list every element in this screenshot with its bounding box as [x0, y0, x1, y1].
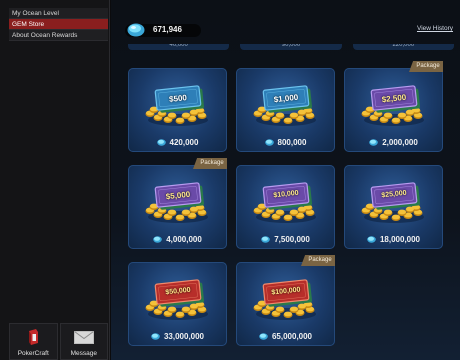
product-card[interactable]: $25,000 18,000,000 — [344, 165, 443, 249]
product-card[interactable]: $10,000 7,500,000 — [236, 165, 335, 249]
product-cell: Package $100,000 65,000,000 — [236, 255, 335, 346]
pokercraft-button[interactable]: PokerCraft — [9, 323, 58, 360]
package-badge: Package — [193, 158, 227, 169]
price-value: 4,000,000 — [166, 234, 202, 244]
gem-store-panel: 671,946 View History 40,000 90,000 220,0… — [111, 0, 460, 360]
product-price: 33,000,000 — [128, 330, 227, 342]
gem-icon — [259, 332, 268, 340]
product-card[interactable]: $5,000 4,000,000 — [128, 165, 227, 249]
gem-icon — [367, 235, 376, 243]
price-value: 2,000,000 — [382, 137, 418, 147]
pokercraft-label: PokerCraft — [17, 350, 49, 357]
view-history-link[interactable]: View History — [417, 25, 453, 32]
product-card[interactable]: $500 420,000 — [128, 68, 227, 152]
gem-icon — [151, 332, 160, 340]
product-cell: $25,000 18,000,000 — [344, 165, 443, 249]
sidebar-item-gem-store[interactable]: GEM Store — [9, 19, 108, 30]
message-label: Message — [70, 350, 97, 357]
store-header: 671,946 View History — [125, 22, 453, 38]
gem-icon — [156, 138, 166, 146]
product-card[interactable]: $1,000 800,000 — [236, 68, 335, 152]
product-cell: Package $5,000 4,000,000 — [128, 158, 227, 249]
product-cell: Package $2,500 2,000,000 — [344, 61, 443, 152]
price-value: 18,000,000 — [379, 234, 421, 244]
product-cell: $1,000 800,000 — [236, 68, 335, 152]
product-price: 18,000,000 — [344, 233, 443, 245]
package-badge: Package — [301, 255, 335, 266]
product-card[interactable]: $100,000 65,000,000 — [236, 262, 335, 346]
product-cell: $500 420,000 — [128, 68, 227, 152]
gem-icon — [369, 138, 379, 146]
package-badge: Package — [409, 61, 443, 72]
sidebar-item-my-ocean-level[interactable]: My Ocean Level — [9, 8, 108, 19]
gem-icon — [261, 235, 271, 243]
sidebar-bottom-bar: PokerCraft Message — [9, 323, 108, 360]
price-value: 65,000,000 — [271, 331, 313, 341]
message-button[interactable]: Message — [59, 323, 108, 360]
gem-icon — [153, 235, 163, 243]
sidebar-menu: My Ocean Level GEM Store About Ocean Rew… — [9, 8, 108, 41]
partial-card[interactable]: 220,000 — [352, 44, 454, 50]
gem-balance-value: 671,946 — [153, 25, 182, 34]
partial-card[interactable]: 90,000 — [240, 44, 342, 50]
product-price: 800,000 — [236, 136, 335, 148]
product-price: 420,000 — [128, 136, 227, 148]
pokercraft-icon — [22, 327, 44, 347]
product-price: 4,000,000 — [128, 233, 227, 245]
partial-card[interactable]: 40,000 — [128, 44, 230, 50]
price-value: 33,000,000 — [163, 331, 205, 341]
product-price: 65,000,000 — [236, 330, 335, 342]
product-card[interactable]: $50,000 33,000,000 — [128, 262, 227, 346]
gem-icon — [127, 23, 145, 42]
sidebar-item-about-ocean-rewards[interactable]: About Ocean Rewards — [9, 30, 108, 41]
gem-balance: 671,946 — [125, 23, 201, 37]
product-cell: $50,000 33,000,000 — [128, 262, 227, 346]
price-value: 800,000 — [277, 137, 307, 147]
gem-icon — [264, 138, 274, 146]
previous-row-partial: 40,000 90,000 220,000 — [128, 44, 454, 50]
price-value: 420,000 — [169, 137, 199, 147]
sidebar: My Ocean Level GEM Store About Ocean Rew… — [0, 0, 110, 360]
envelope-icon — [73, 327, 95, 347]
product-card[interactable]: $2,500 2,000,000 — [344, 68, 443, 152]
product-grid: $500 420,000 $1,000 800,000 Package $2,500 2,0… — [128, 61, 454, 346]
price-value: 7,500,000 — [274, 234, 310, 244]
product-price: 2,000,000 — [344, 136, 443, 148]
product-cell: $10,000 7,500,000 — [236, 165, 335, 249]
product-price: 7,500,000 — [236, 233, 335, 245]
